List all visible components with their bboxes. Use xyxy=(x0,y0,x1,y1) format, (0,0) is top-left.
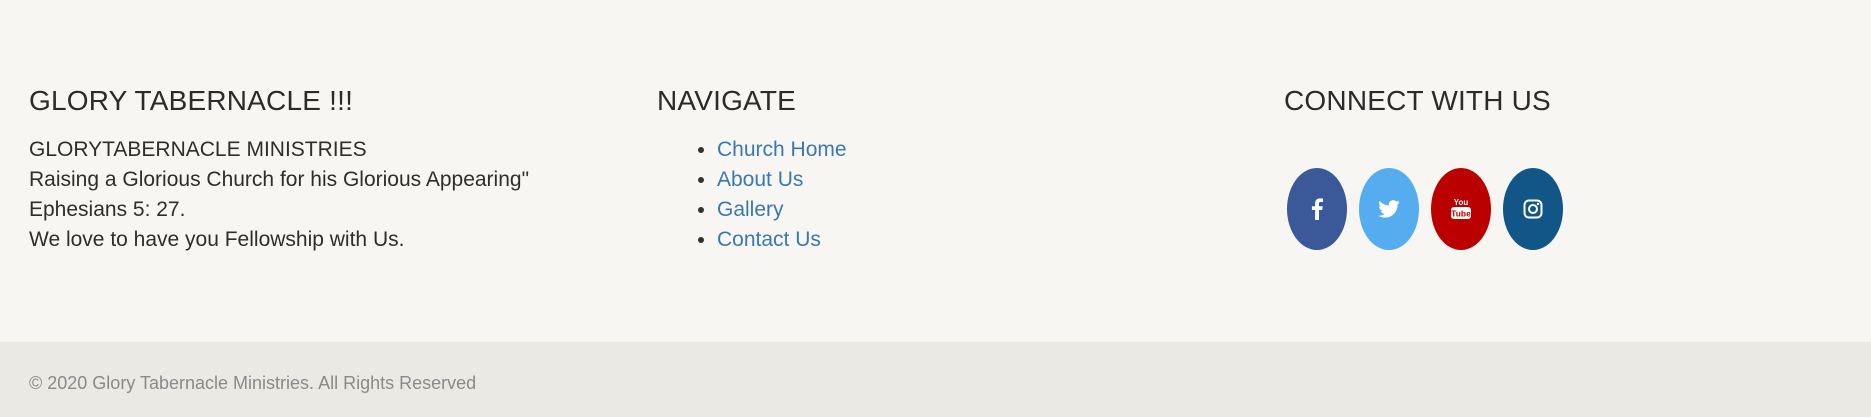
list-item: Church Home xyxy=(717,135,1257,165)
connect-heading: CONNECT WITH US xyxy=(1284,85,1551,116)
twitter-button[interactable] xyxy=(1359,168,1419,250)
facebook-icon xyxy=(1311,198,1323,220)
facebook-button[interactable] xyxy=(1287,168,1347,250)
about-line-scripture: Ephesians 5: 27. xyxy=(29,198,186,221)
nav-link-gallery[interactable]: Gallery xyxy=(717,198,784,221)
list-item: Gallery xyxy=(717,195,1257,225)
svg-text:You: You xyxy=(1454,198,1469,207)
about-line-motto: Raising a Glorious Church for his Glorio… xyxy=(29,168,530,191)
svg-text:Tube: Tube xyxy=(1451,209,1471,219)
twitter-icon xyxy=(1378,200,1400,218)
footer-bottom-bar: © 2020 Glory Tabernacle Ministries. All … xyxy=(0,342,1871,417)
nav-link-church-home[interactable]: Church Home xyxy=(717,138,847,161)
instagram-button[interactable] xyxy=(1503,168,1563,250)
navigate-list: Church Home About Us Gallery Contact Us xyxy=(657,135,1257,255)
nav-link-contact-us[interactable]: Contact Us xyxy=(717,228,821,251)
about-line-ministry-name: GLORYTABERNACLE MINISTRIES xyxy=(29,138,367,161)
social-links: You Tube xyxy=(1284,168,1563,250)
youtube-icon: You Tube xyxy=(1451,198,1471,219)
instagram-icon xyxy=(1523,199,1543,219)
about-text: GLORYTABERNACLE MINISTRIES Raising a Glo… xyxy=(29,135,629,255)
youtube-button[interactable]: You Tube xyxy=(1431,168,1491,250)
nav-link-about-us[interactable]: About Us xyxy=(717,168,803,191)
navigate-column: NAVIGATE Church Home About Us Gallery Co… xyxy=(657,84,1257,255)
about-column: GLORY TABERNACLE !!! GLORYTABERNACLE MIN… xyxy=(29,84,629,255)
connect-column: CONNECT WITH US You Tube xyxy=(1284,84,1844,250)
navigate-heading: NAVIGATE xyxy=(657,85,797,116)
footer-main: GLORY TABERNACLE !!! GLORYTABERNACLE MIN… xyxy=(0,0,1871,342)
about-line-welcome: We love to have you Fellowship with Us. xyxy=(29,228,405,251)
list-item: Contact Us xyxy=(717,225,1257,255)
about-heading: GLORY TABERNACLE !!! xyxy=(29,85,354,116)
list-item: About Us xyxy=(717,165,1257,195)
copyright-text: © 2020 Glory Tabernacle Ministries. All … xyxy=(29,373,477,393)
